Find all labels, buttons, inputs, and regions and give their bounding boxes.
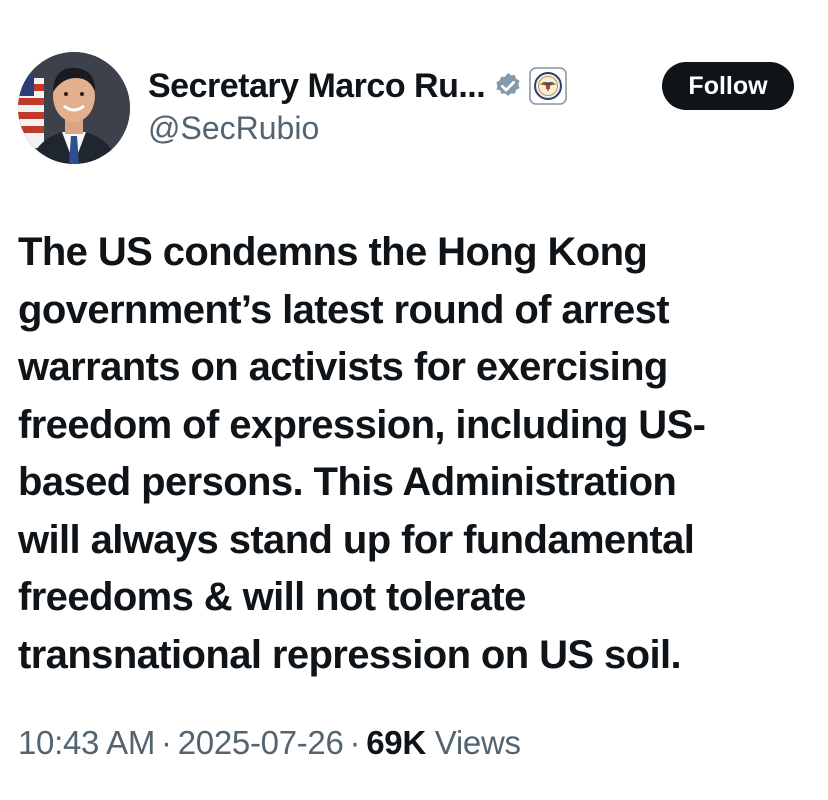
author-display-name[interactable]: Secretary Marco Ru... xyxy=(148,67,486,106)
verified-badge-icon[interactable] xyxy=(493,71,523,101)
tweet-time[interactable]: 10:43 AM xyxy=(18,724,155,761)
tweet-line: warrants on activists for exercising xyxy=(18,345,668,389)
tweet-metadata: 10:43 AM · 2025-07-26 · 69K Views xyxy=(18,724,521,762)
tweet-line: freedom of expression, including US- xyxy=(18,402,706,447)
tweet-date[interactable]: 2025-07-26 xyxy=(178,724,344,761)
views-count: 69K xyxy=(366,724,426,761)
tweet-line: government’s latest round of arrest xyxy=(18,287,670,332)
author-name-row[interactable]: Secretary Marco Ru... xyxy=(148,64,567,108)
tweet-line: The US condemns the Hong Kong xyxy=(18,230,648,274)
separator: · xyxy=(349,724,361,761)
follow-button[interactable]: Follow xyxy=(662,62,794,110)
tweet-line: transnational repression on US soil. xyxy=(18,632,682,677)
tweet-card: Secretary Marco Ru... @SecRubio Follow T… xyxy=(0,0,828,800)
tweet-line: will always stand up for fundamental xyxy=(18,517,695,562)
author-handle[interactable]: @SecRubio xyxy=(148,110,319,147)
tweet-line: freedoms & will not tolerate xyxy=(18,575,526,619)
separator: · xyxy=(161,724,172,761)
tweet-body: The US condemns the Hong Kong government… xyxy=(18,224,808,684)
views-label: Views xyxy=(434,724,521,761)
profile-photo xyxy=(18,52,130,164)
avatar[interactable] xyxy=(18,52,130,164)
cropped-mark xyxy=(676,0,690,6)
tweet-line: based persons. This Administration xyxy=(18,460,677,504)
state-department-seal-icon[interactable] xyxy=(529,67,567,105)
